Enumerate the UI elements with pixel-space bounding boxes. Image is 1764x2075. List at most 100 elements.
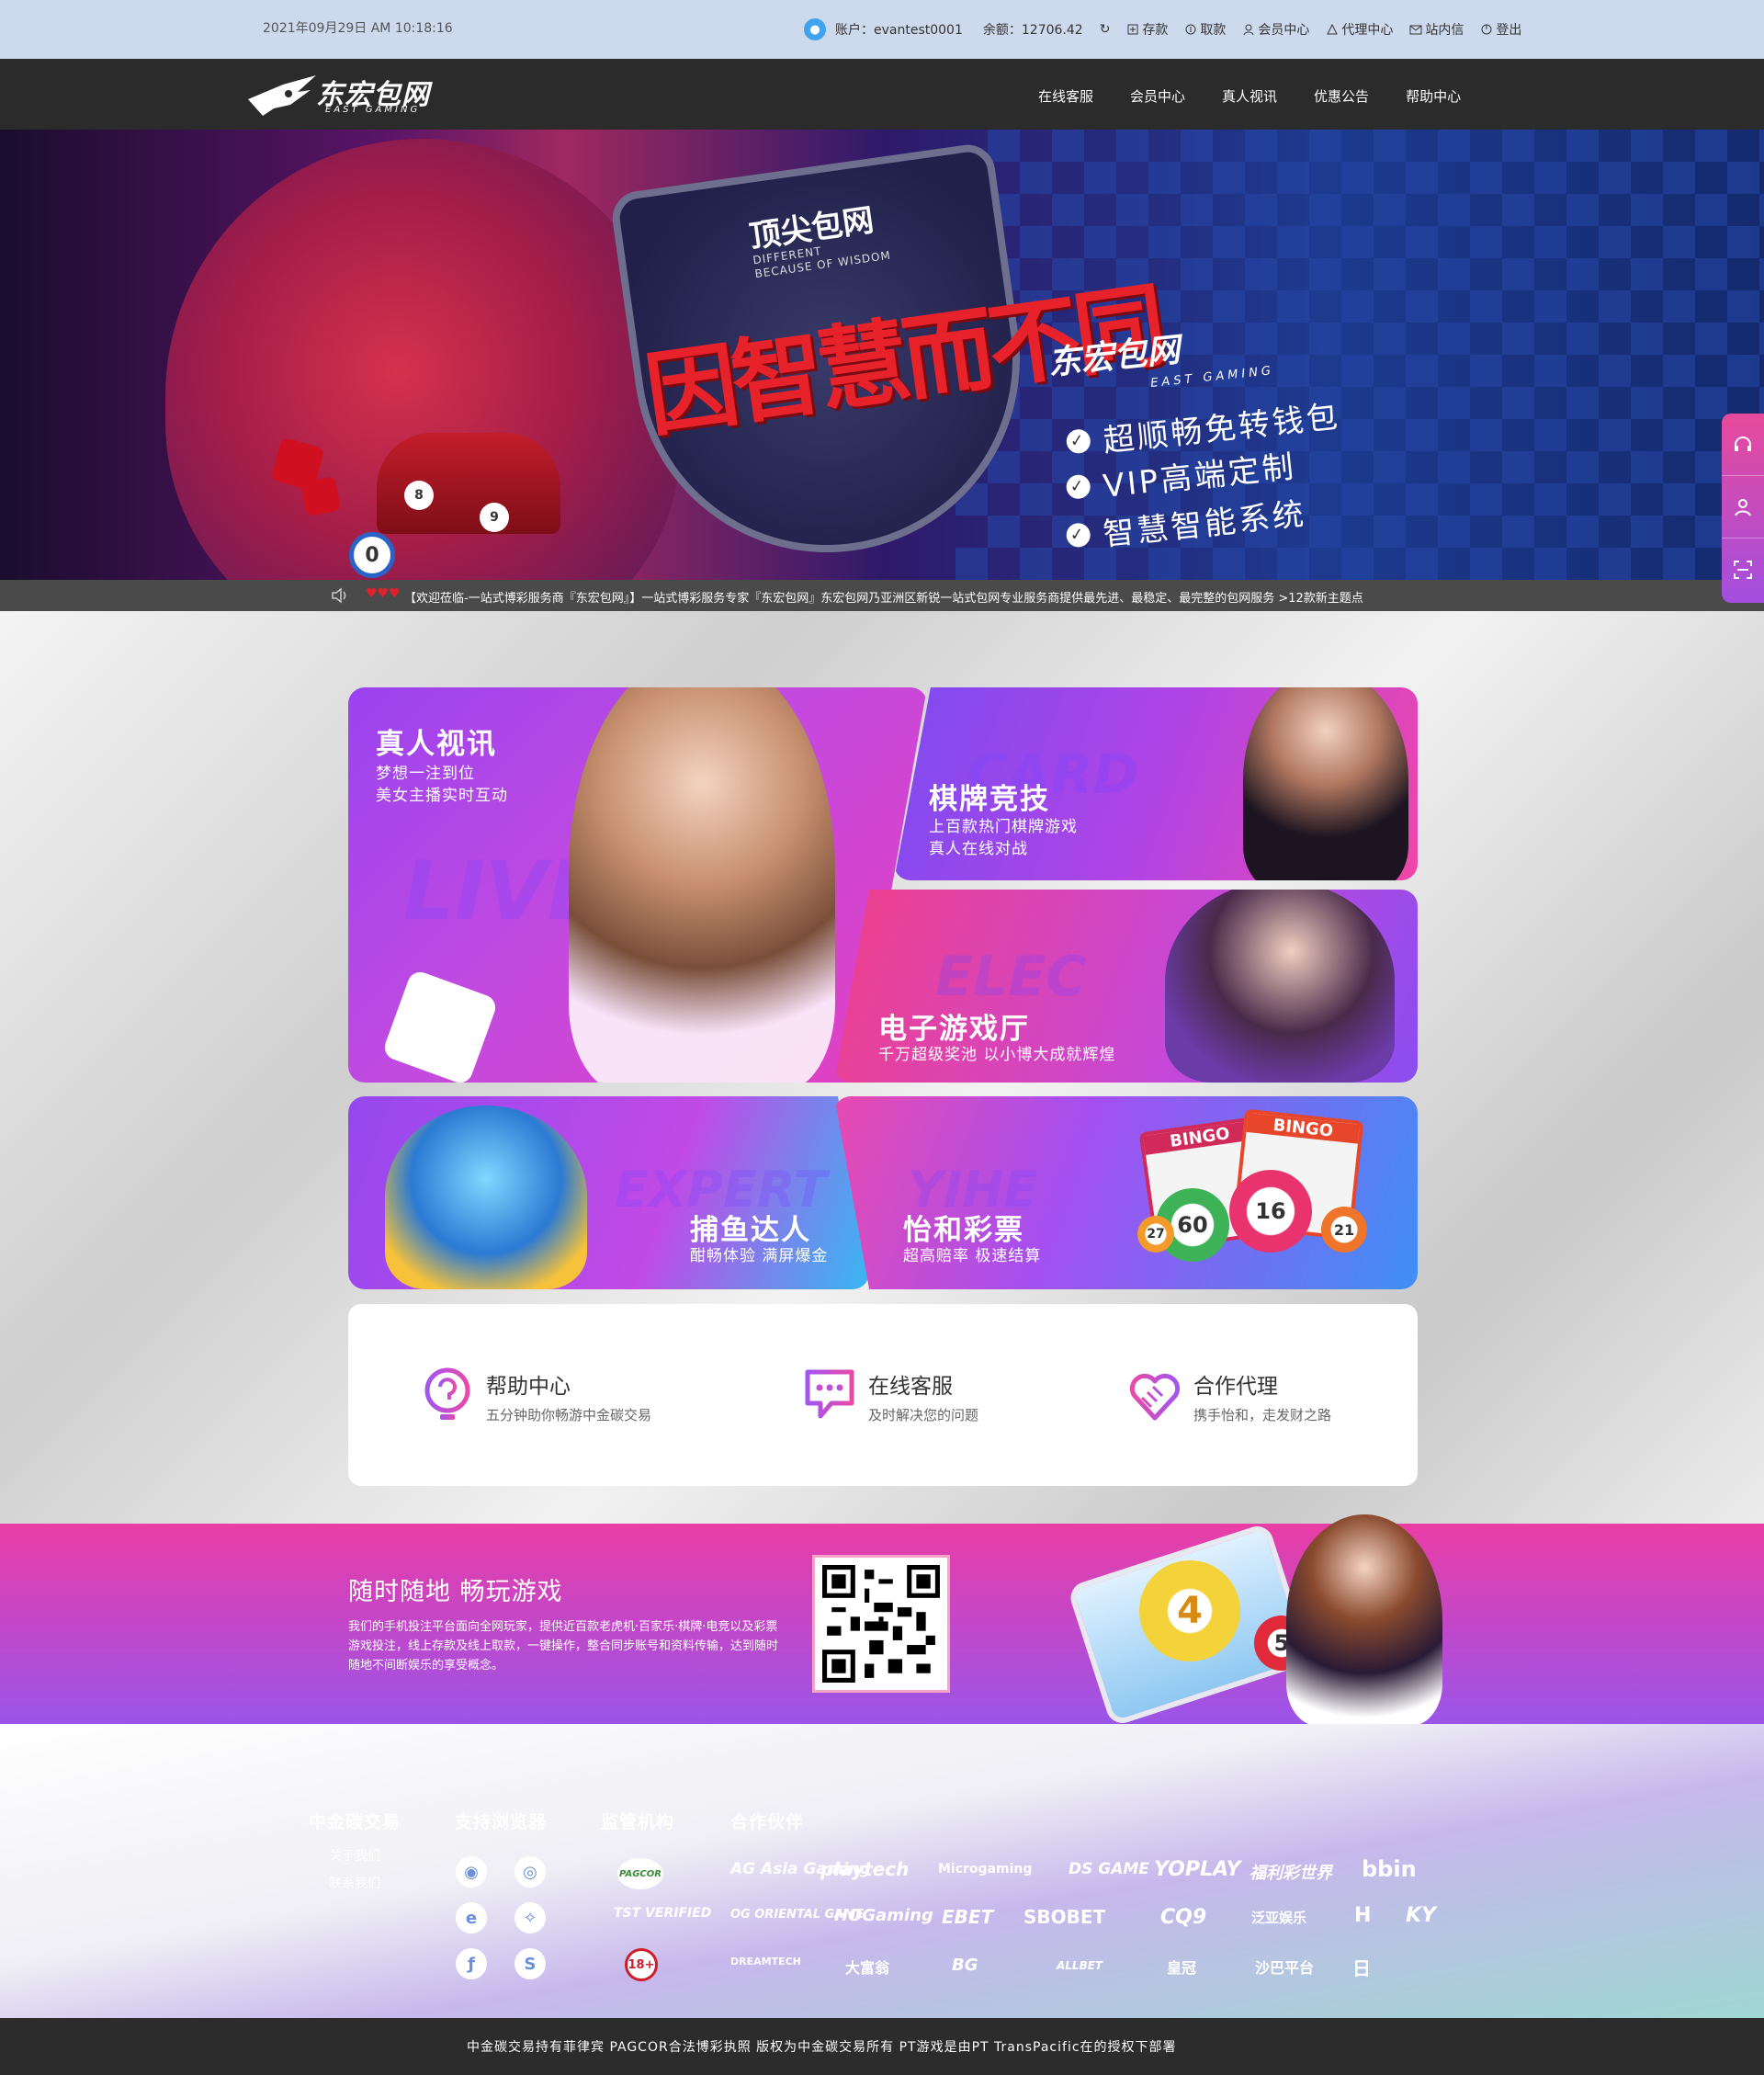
flash-icon[interactable]: ƒ xyxy=(456,1948,487,1979)
partner-logo: 沙巴平台 xyxy=(1255,1959,1315,1977)
ie-icon[interactable]: e xyxy=(456,1902,487,1933)
partner-logo: DREAMTECH xyxy=(730,1956,801,1967)
game-card-lottery[interactable]: YIHE BINGO BINGO 60 16 27 21 怡和彩票 超高赔率 极… xyxy=(834,1096,1418,1289)
nav-item-help[interactable]: 帮助中心 xyxy=(1406,86,1461,106)
card-title: 怡和彩票 xyxy=(903,1214,1024,1247)
refresh-icon[interactable]: ↻ xyxy=(1100,22,1111,37)
card-subtitle: 美女主播实时互动 xyxy=(376,787,508,805)
service-support[interactable]: 在线客服 及时解决您的问题 xyxy=(804,1366,978,1425)
card-title: 棋牌竞技 xyxy=(929,783,1050,816)
member-center-link[interactable]: 会员中心 xyxy=(1242,20,1309,39)
nav-item-support[interactable]: 在线客服 xyxy=(1038,86,1093,106)
user-avatar-icon: ● xyxy=(804,18,826,40)
speaker-icon xyxy=(332,587,346,604)
balance-label: 余额：12706.42 xyxy=(982,23,1083,38)
partner-logo: KY xyxy=(1406,1904,1436,1927)
side-toolbar xyxy=(1722,414,1764,603)
footer-heading: 监管机构 xyxy=(601,1812,675,1832)
partner-logo: Microgaming xyxy=(938,1862,1033,1877)
card-subtitle: 梦想一注到位 xyxy=(376,765,475,783)
copyright-bar: 中金碳交易持有菲律宾 PAGCOR合法博彩执照 版权为中金碳交易所有 PT游戏是… xyxy=(0,2018,1764,2075)
partner-logo: 福利彩世界 xyxy=(1250,1864,1332,1883)
account-area: ● 账户：evantest0001 余额：12706.42 ↻ 存款 取款 会员… xyxy=(804,17,1521,42)
hostess-image xyxy=(1286,1514,1442,1726)
lottery-ball: 21 xyxy=(1321,1207,1367,1253)
qr-code-image xyxy=(822,1565,940,1683)
lottery-ball: 16 xyxy=(1229,1170,1312,1253)
footer-heading: 支持浏览器 xyxy=(455,1812,548,1832)
about-link[interactable]: 关于我们 xyxy=(309,1846,401,1865)
logo-subtext: EAST GAMING xyxy=(325,105,421,115)
game-card-electronic[interactable]: ELEC 电子游戏厅 千万超级奖池 以小博大成就辉煌 xyxy=(834,890,1418,1083)
chrome-icon[interactable]: ◉ xyxy=(456,1856,487,1888)
game-card-fishing[interactable]: EXPERT 捕鱼达人 酣畅体验 满屏爆金 xyxy=(348,1096,869,1289)
partner-logo: 皇冠 xyxy=(1167,1959,1197,1977)
partner-logo: YOPLAY xyxy=(1154,1858,1241,1881)
nav-item-live[interactable]: 真人视讯 xyxy=(1222,86,1277,106)
lightbulb-question-icon xyxy=(424,1367,470,1420)
game-card-live[interactable]: LIVE 真人视讯 梦想一注到位 美女主播实时互动 xyxy=(348,687,927,1083)
inbox-link[interactable]: 站内信 xyxy=(1409,20,1464,39)
mobile-description: 我们的手机投注平台面向全网玩家，提供近百款老虎机·百家乐·棋牌·电竞以及彩票游戏… xyxy=(348,1620,779,1672)
service-title: 合作代理 xyxy=(1193,1375,1278,1399)
account-label: 账户：evantest0001 xyxy=(835,23,963,38)
dealer-image xyxy=(1243,687,1408,880)
service-desc: 携手怡和，走发财之路 xyxy=(1193,1407,1332,1423)
hearts-icon: ♥♥♥ xyxy=(366,586,401,601)
footer-col-partners: 合作伙伴 xyxy=(730,1809,804,1833)
swiftkey-icon[interactable]: S xyxy=(514,1948,546,1979)
card-subtitle: 酣畅体验 满屏爆金 xyxy=(690,1247,829,1265)
footer-heading: 合作伙伴 xyxy=(730,1812,805,1832)
nav-item-member[interactable]: 会员中心 xyxy=(1130,86,1185,106)
nav-item-promo[interactable]: 优惠公告 xyxy=(1314,86,1369,106)
hero-banner[interactable]: 8 9 0 顶尖包网 DIFFERENT BECAUSE OF WISDOM 因智… xyxy=(0,130,1764,580)
card-watermark: ELEC xyxy=(935,945,1087,1009)
lottery-ball: 27 xyxy=(1137,1216,1174,1253)
partner-logo: 泛亚娱乐 xyxy=(1251,1910,1307,1926)
chat-bubble-icon xyxy=(805,1369,854,1419)
service-desc: 及时解决您的问题 xyxy=(868,1407,979,1423)
logout-link[interactable]: 登出 xyxy=(1480,20,1521,39)
partner-logo: DS GAME xyxy=(1069,1860,1149,1878)
footer-col-browsers: 支持浏览器 xyxy=(455,1809,547,1833)
pool-ball: 9 xyxy=(480,503,509,532)
card-title: 真人视讯 xyxy=(376,728,497,761)
marquee-text: 【欢迎莅临-一站式博彩服务商『东宏包网』】一站式博彩服务专家『东宏包网』东宏包网… xyxy=(404,592,1363,606)
qr-code[interactable] xyxy=(812,1555,950,1693)
warrior-image xyxy=(1165,890,1395,1083)
partner-logo: SBOBET xyxy=(1023,1906,1106,1928)
nav-links: 在线客服 会员中心 真人视讯 优惠公告 帮助中心 xyxy=(1038,86,1461,106)
footer-col-regulators: 监管机构 xyxy=(601,1809,674,1833)
deposit-link[interactable]: 存款 xyxy=(1126,20,1168,39)
partner-logo: bbin xyxy=(1362,1856,1417,1882)
footer-heading: 中金碳交易 xyxy=(309,1812,401,1832)
service-help[interactable]: 帮助中心 五分钟助你畅游中金碳交易 xyxy=(422,1366,651,1425)
service-agent[interactable]: 合作代理携手怡和，走发财之路 xyxy=(1129,1366,1331,1425)
partner-logo: H xyxy=(1354,1904,1372,1927)
race-car-graphic xyxy=(377,433,560,534)
game-card-chess[interactable]: CARD 棋牌竞技 上百款热门棋牌游戏 真人在线对战 xyxy=(894,687,1418,880)
announcement-marquee[interactable]: ♥♥♥ 【欢迎莅临-一站式博彩服务商『东宏包网』】一站式博彩服务专家『东宏包网』… xyxy=(0,580,1764,611)
card-subtitle: 上百款热门棋牌游戏 xyxy=(929,818,1078,836)
withdraw-link[interactable]: 取款 xyxy=(1184,20,1226,39)
datetime: 2021年09月29日 AM 10:18:16 xyxy=(263,21,453,36)
card-title: 捕鱼达人 xyxy=(690,1214,811,1247)
scan-icon[interactable] xyxy=(1722,539,1764,601)
headset-icon[interactable] xyxy=(1722,414,1764,476)
partner-logo: HOGaming xyxy=(834,1906,933,1925)
site-logo[interactable]: 东宏包网 EAST GAMING xyxy=(246,68,458,121)
firefox-icon[interactable]: ◎ xyxy=(514,1856,546,1888)
eagle-logo-icon xyxy=(248,75,316,116)
agent-center-link[interactable]: 代理中心 xyxy=(1326,20,1393,39)
partner-logo: playtech xyxy=(820,1858,910,1880)
safari-icon[interactable]: ✧ xyxy=(514,1902,546,1933)
contact-link[interactable]: 联系我们 xyxy=(309,1874,401,1892)
card-subtitle: 千万超级奖池 以小博大成就辉煌 xyxy=(878,1046,1116,1064)
footer-col-about: 中金碳交易 关于我们 联系我们 xyxy=(309,1809,401,1892)
check-icon: ✓ xyxy=(1065,427,1092,455)
user-icon[interactable] xyxy=(1722,476,1764,539)
service-desc: 五分钟助你畅游中金碳交易 xyxy=(486,1407,652,1423)
partner-logo: 日 xyxy=(1352,1957,1371,1979)
dice-graphic xyxy=(300,475,342,517)
pool-ball: 0 xyxy=(349,532,395,578)
